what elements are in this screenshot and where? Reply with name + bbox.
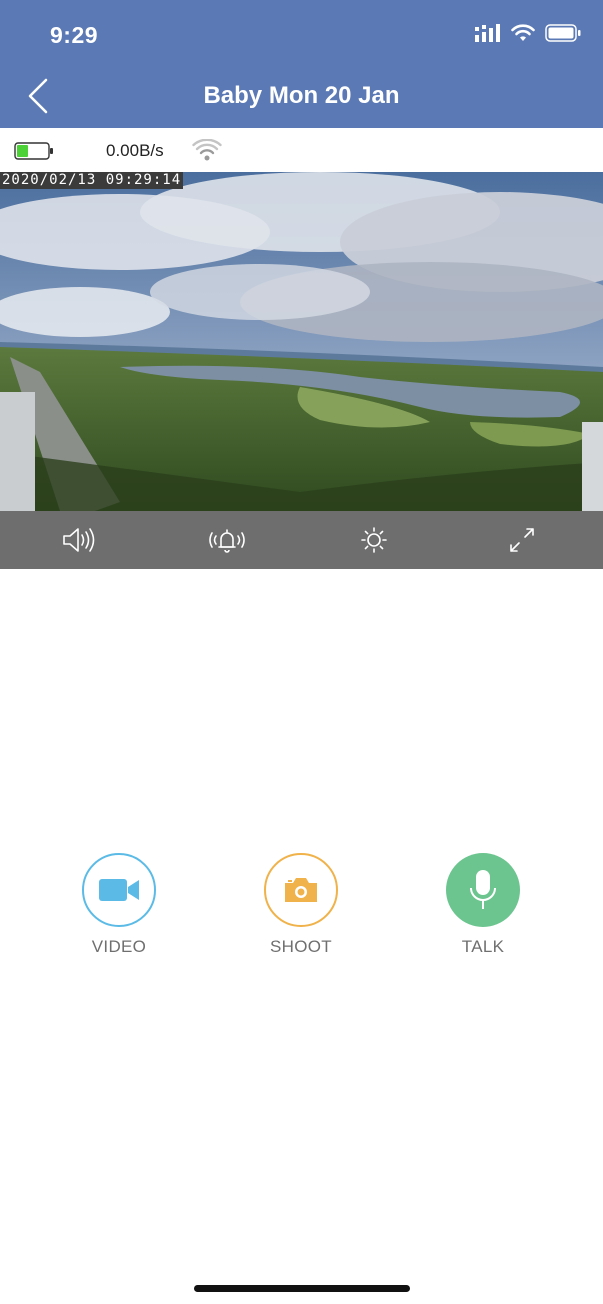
shoot-button-circle — [264, 853, 338, 927]
wifi-signal-icon — [192, 139, 222, 161]
talk-button-circle — [446, 853, 520, 927]
home-indicator[interactable] — [194, 1285, 410, 1292]
wifi-status-icon — [511, 24, 535, 41]
video-camera-icon — [99, 879, 139, 901]
cellular-signal-icon — [475, 24, 500, 42]
status-time: 9:29 — [50, 22, 99, 48]
snapshot-button[interactable]: SHOOT — [241, 853, 361, 957]
microphone-icon — [470, 870, 496, 909]
camera-icon — [285, 878, 317, 902]
video-button-circle — [82, 853, 156, 927]
status-icons — [475, 24, 581, 42]
alarm-button[interactable] — [207, 520, 247, 560]
fullscreen-button[interactable] — [502, 520, 542, 560]
page-title: Baby Mon 20 Jan — [203, 82, 400, 109]
video-record-button[interactable]: VIDEO — [59, 853, 179, 957]
sound-button[interactable] — [59, 520, 99, 560]
video-label: VIDEO — [91, 937, 147, 956]
shoot-label: SHOOT — [270, 937, 332, 956]
camera-view-image — [0, 172, 603, 511]
device-battery-icon — [14, 142, 53, 160]
network-speed: 0.00B/s — [106, 141, 164, 160]
fullscreen-icon — [510, 528, 534, 552]
alarm-bell-icon — [209, 529, 245, 553]
brightness-button[interactable] — [354, 520, 394, 560]
brightness-icon — [361, 527, 387, 553]
talk-label: TALK — [461, 937, 505, 956]
app-header: 9:29 Baby Mon 20 Jan — [0, 0, 603, 128]
live-video-feed[interactable] — [0, 172, 603, 511]
speaker-icon — [63, 528, 95, 552]
video-controls-bar — [0, 511, 603, 569]
device-info-bar — [0, 128, 603, 172]
video-timestamp: 2020/02/13 09:29:14 — [0, 172, 184, 189]
talk-button[interactable]: TALK — [423, 853, 543, 957]
battery-status-icon — [545, 24, 581, 42]
